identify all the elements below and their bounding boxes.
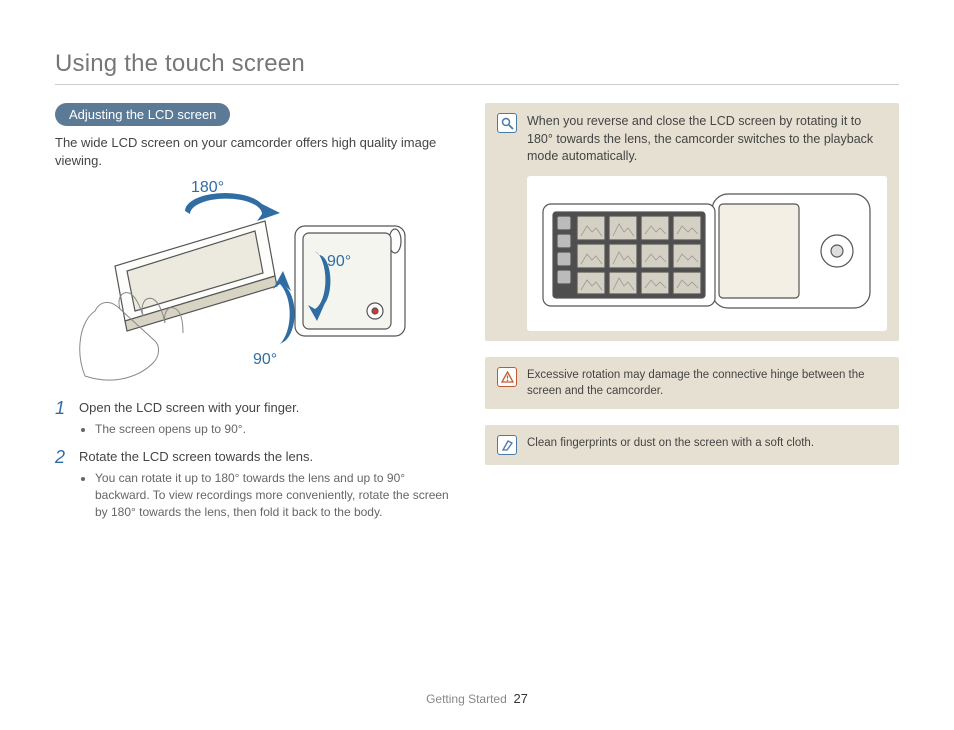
step-title: Open the LCD screen with your finger. [79, 399, 299, 417]
step-list: 1 Open the LCD screen with your finger. … [55, 399, 455, 523]
info-note-text: When you reverse and close the LCD scree… [527, 113, 887, 166]
step-number: 2 [55, 448, 69, 523]
cleaning-note: Clean fingerprints or dust on the screen… [485, 425, 899, 465]
section-subheading: Adjusting the LCD screen [55, 103, 230, 126]
lcd-rotation-diagram: 180° 90° 90° [65, 181, 445, 381]
footer-section-name: Getting Started [426, 692, 507, 706]
step-2: 2 Rotate the LCD screen towards the lens… [55, 448, 455, 523]
step-number: 1 [55, 399, 69, 440]
warning-icon [497, 367, 517, 387]
page-title: Using the touch screen [55, 50, 899, 85]
two-column-layout: Adjusting the LCD screen The wide LCD sc… [55, 103, 899, 531]
note-icon [497, 435, 517, 455]
angle-label-180: 180° [191, 179, 224, 197]
info-note-playback: When you reverse and close the LCD scree… [485, 103, 899, 341]
step-bullet: The screen opens up to 90°. [95, 421, 299, 438]
magnifier-icon [497, 113, 517, 133]
warning-note: Excessive rotation may damage the connec… [485, 357, 899, 409]
cleaning-note-text: Clean fingerprints or dust on the screen… [527, 435, 814, 455]
intro-text: The wide LCD screen on your camcorder of… [55, 134, 455, 169]
right-column: When you reverse and close the LCD scree… [485, 103, 899, 531]
step-bullet: You can rotate it up to 180° towards the… [95, 470, 455, 520]
warning-note-text: Excessive rotation may damage the connec… [527, 367, 887, 399]
angle-label-90-bottom: 90° [253, 351, 277, 369]
left-column: Adjusting the LCD screen The wide LCD sc… [55, 103, 455, 531]
page-footer: Getting Started 27 [0, 691, 954, 706]
angle-label-90-right: 90° [327, 253, 351, 271]
step-1: 1 Open the LCD screen with your finger. … [55, 399, 455, 440]
step-title: Rotate the LCD screen towards the lens. [79, 448, 455, 466]
page-number: 27 [513, 691, 527, 706]
playback-mode-illustration [527, 176, 887, 332]
manual-page: Using the touch screen Adjusting the LCD… [0, 0, 954, 730]
